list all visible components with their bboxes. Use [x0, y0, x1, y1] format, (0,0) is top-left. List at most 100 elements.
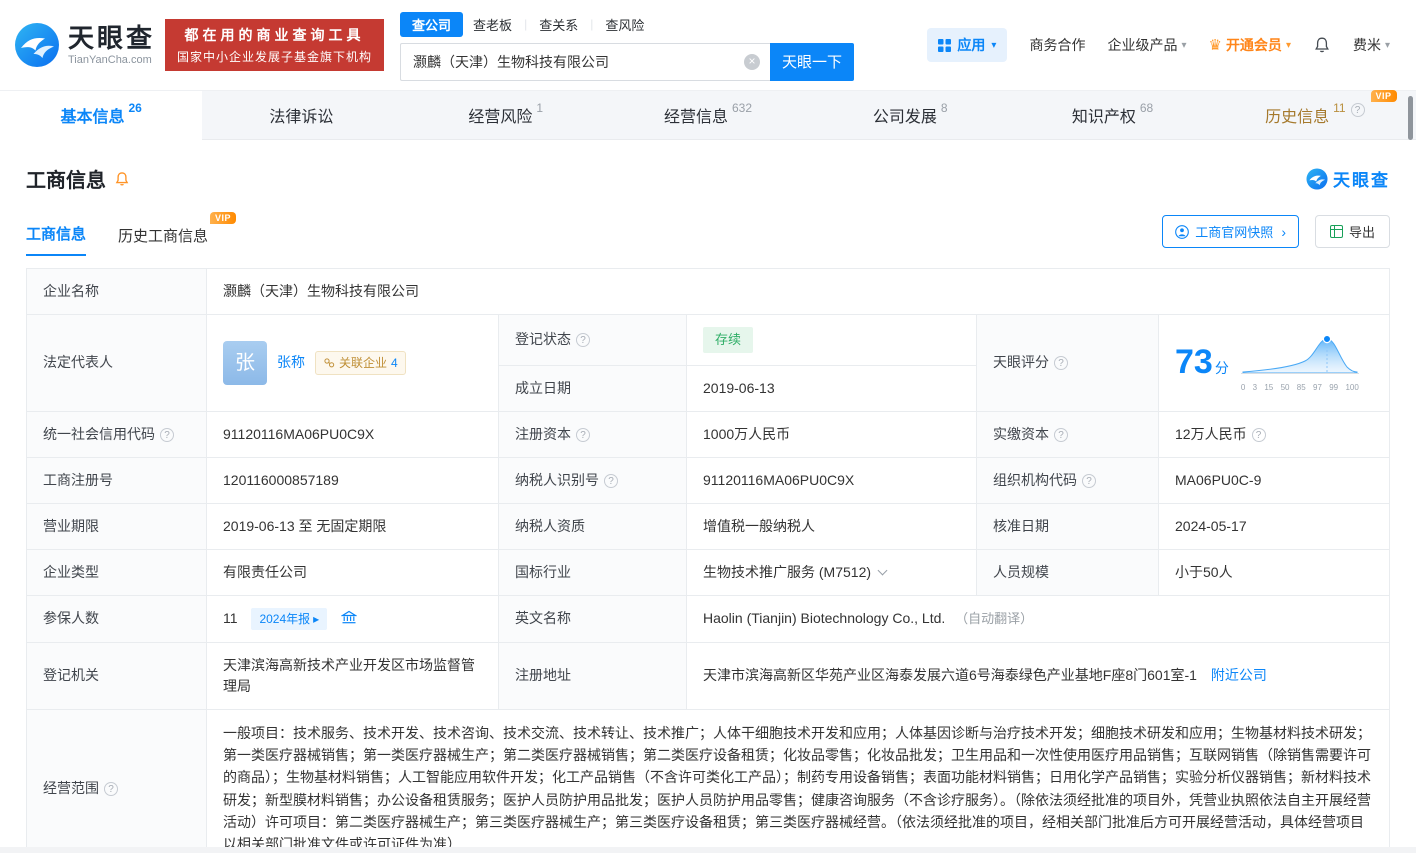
credit-code-value: 91120116MA06PU0C9X	[206, 410, 499, 458]
insured-count-label: 参保人数	[26, 594, 207, 643]
export-button[interactable]: 导出	[1314, 215, 1390, 248]
help-icon[interactable]: ?	[160, 427, 174, 442]
clear-search-icon[interactable]: ×	[744, 53, 761, 70]
tab-legal-proceedings[interactable]: 法律诉讼	[202, 91, 404, 139]
tab-basic-info[interactable]: 基本信息 26	[0, 91, 203, 140]
tianyancha-logo-icon	[1306, 167, 1328, 190]
help-icon[interactable]: ?	[1082, 473, 1096, 488]
business-cooperation-link[interactable]: 商务合作	[1029, 35, 1085, 55]
tab-intellectual-property[interactable]: 知识产权 68	[1011, 91, 1213, 139]
arrow-right-icon: ›	[1281, 223, 1286, 240]
tab-operation-risk[interactable]: 经营风险 1	[405, 91, 607, 139]
english-name-label: 英文名称	[498, 594, 687, 643]
help-icon[interactable]: ?	[604, 473, 618, 488]
search-box: ×	[400, 42, 771, 81]
business-scope-label: 经营范围?	[26, 708, 207, 853]
annual-report-badge[interactable]: 2024年报 ▸	[251, 607, 328, 630]
open-vip-label: 开通会员	[1225, 37, 1282, 53]
reg-address-value: 天津市滨海高新区华苑产业区海泰发展六道6号海泰绿色产业基地F座8门601室-1 …	[686, 641, 1390, 710]
help-icon[interactable]: ?	[576, 427, 590, 442]
help-icon[interactable]: ?	[576, 333, 590, 348]
page-bottom-divider	[0, 847, 1416, 853]
bell-icon	[1315, 37, 1329, 53]
tab-label: 基本信息	[60, 109, 125, 126]
credit-code-label: 统一社会信用代码?	[26, 410, 207, 458]
apps-label: 应用	[957, 37, 986, 53]
related-companies-label: 关联企业	[339, 355, 388, 370]
subtab-business-info[interactable]: 工商信息	[26, 223, 87, 256]
open-vip-button[interactable]: ♛ 开通会员 ▾	[1208, 35, 1290, 55]
brand-domain: TianYanCha.com	[68, 53, 152, 66]
score-chart[interactable]: 0 3 15 50 85 97 99 100	[1240, 331, 1359, 394]
search-tab-relations[interactable]: 查关系	[529, 12, 588, 37]
business-scope-value: 一般项目：技术服务、技术开发、技术咨询、技术交流、技术转让、技术推广；人体干细胞…	[206, 708, 1390, 853]
subscribe-bell-button[interactable]	[114, 171, 130, 187]
table-row: 工商注册号 120116000857189 纳税人识别号? 91120116MA…	[26, 456, 1390, 504]
staff-size-value: 小于50人	[1158, 548, 1390, 596]
tab-history-info[interactable]: VIP 历史信息 11 ?	[1214, 90, 1416, 139]
excel-export-icon	[1329, 225, 1343, 238]
vip-badge: VIP	[1370, 90, 1397, 102]
help-icon[interactable]: ?	[1054, 356, 1068, 371]
legal-rep-label: 法定代表人	[26, 314, 207, 412]
related-companies-badge[interactable]: 关联企业 4	[315, 350, 406, 375]
user-menu[interactable]: 费米 ▾	[1353, 35, 1390, 55]
approval-date-label: 核准日期	[976, 502, 1159, 550]
tianyancha-watermark: 天眼查	[1306, 166, 1390, 191]
divider: |	[590, 17, 594, 31]
search-button[interactable]: 天眼一下	[770, 42, 855, 81]
help-icon[interactable]: ?	[104, 782, 118, 797]
license-person-icon	[1175, 224, 1190, 239]
search-tab-company[interactable]: 查公司	[400, 11, 464, 37]
subtab-history-business-info[interactable]: VIP 历史工商信息	[118, 212, 237, 256]
chevron-down-icon: ▾	[1285, 39, 1291, 51]
establish-date-value: 2019-06-13	[686, 364, 977, 412]
legal-rep-value: 张 张称 关联企业 4	[206, 314, 499, 412]
legal-rep-name-link[interactable]: 张称	[277, 352, 305, 373]
search-input[interactable]	[413, 53, 739, 70]
username: 费米	[1352, 37, 1381, 53]
slogan-line1: 都在用的商业查询工具	[184, 27, 365, 43]
notifications-button[interactable]	[1313, 36, 1331, 54]
official-snapshot-button[interactable]: 工商官网快照 ›	[1162, 215, 1299, 248]
search-tab-boss[interactable]: 查老板	[463, 12, 522, 37]
industry-label: 国标行业	[498, 548, 687, 596]
english-name-value: Haolin (Tianjin) Biotechnology Co., Ltd.…	[686, 594, 1390, 643]
header-nav: 应用 ▾ 商务合作 企业级产品 ▾ ♛ 开通会员 ▾ 费米 ▾	[927, 28, 1390, 62]
brand-slogan-badge: 都在用的商业查询工具 国家中小企业发展子基金旗下机构	[165, 19, 385, 71]
tab-company-development[interactable]: 公司发展 8	[809, 91, 1011, 139]
table-row: 营业期限 2019-06-13 至 无固定期限 纳税人资质 增值税一般纳税人 核…	[26, 502, 1390, 550]
scrollbar-thumb[interactable]	[1408, 96, 1413, 140]
expand-chevron-icon[interactable]	[877, 565, 888, 575]
tab-operation-info[interactable]: 经营信息 632	[607, 91, 809, 139]
table-row: 统一社会信用代码? 91120116MA06PU0C9X 注册资本? 1000万…	[26, 410, 1390, 458]
help-icon[interactable]: ?	[1251, 427, 1266, 442]
business-info-table: 企业名称 灏麟（天津）生物科技有限公司 法定代表人 张 张称 关联企业 4 登记…	[26, 268, 1390, 853]
table-row: 企业类型 有限责任公司 国标行业 生物技术推广服务 (M7512) 人员规模 小…	[26, 548, 1390, 596]
search-tab-risk[interactable]: 查风险	[595, 12, 654, 37]
annual-report-label: 2024年报	[259, 611, 311, 626]
snapshot-label: 工商官网快照	[1195, 225, 1274, 240]
tab-label: 经营信息	[663, 109, 728, 126]
org-code-label: 组织机构代码?	[976, 456, 1159, 504]
score-label: 天眼评分?	[976, 314, 1159, 412]
reg-capital-value: 1000万人民币	[686, 410, 977, 458]
chevron-down-icon: ▾	[1181, 39, 1187, 51]
tab-count: 1	[536, 101, 544, 115]
apps-menu-button[interactable]: 应用 ▾	[927, 28, 1008, 62]
bell-icon	[115, 171, 129, 185]
table-row: 登记机关 天津滨海高新技术产业开发区市场监督管理局 注册地址 天津市滨海高新区华…	[26, 641, 1390, 710]
score-unit: 分	[1214, 360, 1229, 377]
taxpayer-quality-value: 增值税一般纳税人	[686, 502, 977, 550]
help-icon[interactable]: ?	[1054, 427, 1068, 442]
help-icon[interactable]: ?	[1350, 103, 1365, 117]
nearby-companies-link[interactable]: 附近公司	[1211, 667, 1267, 683]
annual-report-archive-icon[interactable]	[340, 610, 358, 625]
enterprise-products-link[interactable]: 企业级产品 ▾	[1107, 35, 1186, 55]
legal-rep-avatar[interactable]: 张	[223, 340, 267, 385]
main-content: 工商信息 天眼查 工商信息 VIP 历史工商信息 工商官网快照 › 导出 企业名…	[0, 164, 1416, 853]
watermark-label: 天眼查	[1333, 171, 1390, 190]
company-type-value: 有限责任公司	[206, 548, 499, 596]
search-area: 查公司 查老板 | 查关系 | 查风险 × 天眼一下	[400, 10, 855, 81]
tianyancha-logo[interactable]: 天眼查 TianYanCha.com	[14, 22, 155, 68]
